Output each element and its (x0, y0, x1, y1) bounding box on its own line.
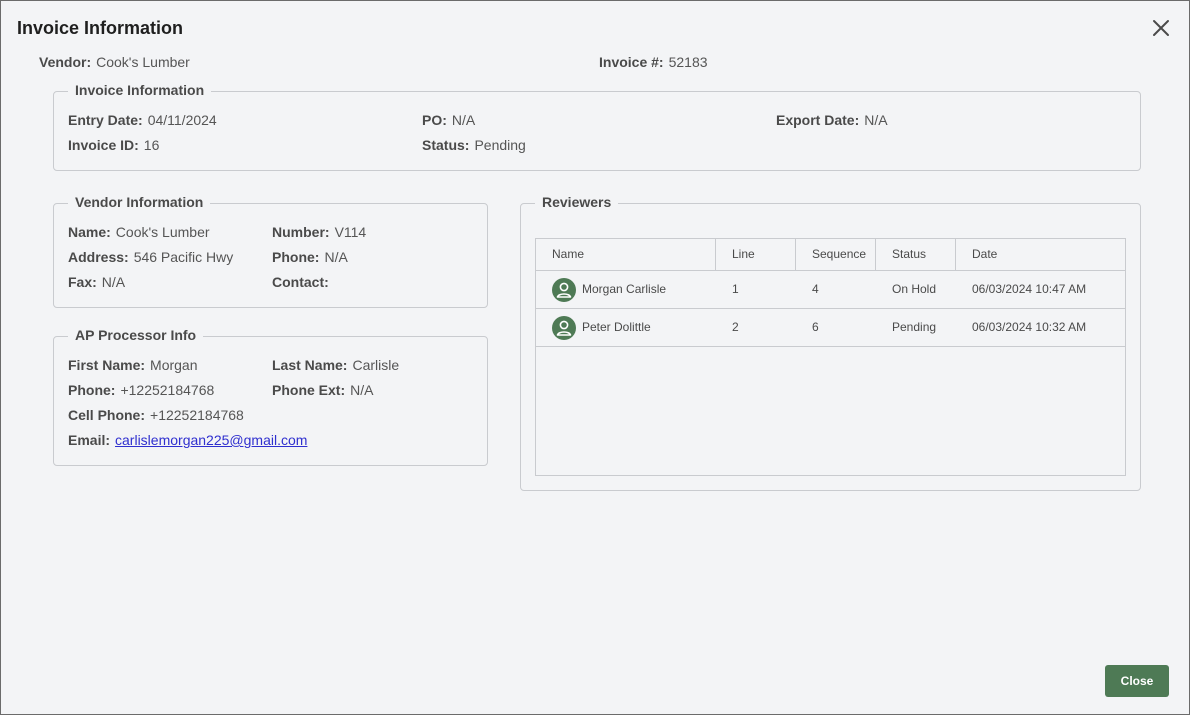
vendor-fax: Fax: N/A (68, 274, 125, 290)
column-header-date[interactable]: Date (956, 239, 1125, 271)
vendor-name-label: Name: (68, 224, 111, 240)
reviewer-name: Morgan Carlisle (582, 282, 667, 296)
ap-first-name: First Name: Morgan (68, 357, 198, 373)
vendor-address-value: 546 Pacific Hwy (133, 249, 234, 265)
close-button[interactable]: Close (1105, 665, 1169, 697)
invoice-info-legend: Invoice Information (68, 82, 212, 98)
table-row[interactable]: Peter Dolittle 2 6 Pending 06/03/2024 10… (536, 309, 1125, 347)
ap-phone-label: Phone: (68, 382, 116, 398)
vendor-name-value: Cook's Lumber (115, 224, 210, 240)
vendor-fax-label: Fax: (68, 274, 97, 290)
user-icon (552, 278, 576, 302)
cell-sequence: 4 (812, 282, 819, 296)
vendor-phone-label: Phone: (272, 249, 320, 265)
vendor-address-label: Address: (68, 249, 129, 265)
cell-status: On Hold (892, 282, 937, 296)
column-header-sequence[interactable]: Sequence (796, 239, 876, 271)
dialog-title: Invoice Information (17, 18, 184, 38)
summary-invoice-number: Invoice #: 52183 (599, 54, 708, 70)
ap-first-name-value: Morgan (150, 357, 198, 373)
ap-processor-legend: AP Processor Info (68, 327, 204, 343)
ap-email: Email: carlislemorgan225@gmail.com (68, 432, 307, 448)
ap-cell-phone-value: +12252184768 (150, 407, 244, 423)
entry-date: Entry Date: 04/11/2024 (68, 112, 217, 128)
ap-first-name-label: First Name: (68, 357, 146, 373)
cell-status: Pending (892, 320, 937, 334)
ap-email-link[interactable]: carlislemorgan225@gmail.com (115, 432, 307, 448)
cell-name: Morgan Carlisle (536, 271, 716, 308)
reviewer-name: Peter Dolittle (582, 320, 651, 334)
reviewers-grid: Name Line Sequence Status Date Morgan Ca… (535, 238, 1126, 476)
column-header-name[interactable]: Name (536, 239, 716, 271)
export-date: Export Date: N/A (776, 112, 888, 128)
invoice-dialog: Invoice Information Vendor: Cook's Lumber… (0, 0, 1190, 715)
vendor-number-label: Number: (272, 224, 330, 240)
ap-phone-ext-value: N/A (350, 382, 374, 398)
summary-vendor: Vendor: Cook's Lumber (39, 54, 190, 70)
ap-phone-ext: Phone Ext: N/A (272, 382, 373, 398)
invoice-status-label: Status: (422, 137, 470, 153)
po: PO: N/A (422, 112, 475, 128)
vendor-phone: Phone: N/A (272, 249, 348, 265)
invoice-id-label: Invoice ID: (68, 137, 139, 153)
invoice-status-value: Pending (474, 137, 526, 153)
vendor-fax-value: N/A (101, 274, 126, 290)
cell-date: 06/03/2024 10:47 AM (972, 282, 1087, 296)
reviewers-legend: Reviewers (535, 194, 619, 210)
ap-last-name: Last Name: Carlisle (272, 357, 399, 373)
po-value: N/A (451, 112, 476, 128)
ap-cell-phone: Cell Phone: +12252184768 (68, 407, 244, 423)
vendor-phone-value: N/A (324, 249, 348, 265)
export-date-value: N/A (864, 112, 888, 128)
vendor-address: Address: 546 Pacific Hwy (68, 249, 233, 265)
invoice-id-value: 16 (143, 137, 160, 153)
cell-name: Peter Dolittle (536, 309, 716, 346)
cell-line: 2 (732, 320, 739, 334)
entry-date-label: Entry Date: (68, 112, 143, 128)
cell-date: 06/03/2024 10:32 AM (972, 320, 1087, 334)
ap-last-name-label: Last Name: (272, 357, 348, 373)
vendor-contact-label: Contact: (272, 274, 329, 290)
ap-cell-phone-label: Cell Phone: (68, 407, 146, 423)
summary-vendor-label: Vendor: (39, 54, 92, 70)
column-header-status[interactable]: Status (876, 239, 956, 271)
close-icon[interactable] (1151, 18, 1171, 38)
ap-phone-ext-label: Phone Ext: (272, 382, 346, 398)
export-date-label: Export Date: (776, 112, 860, 128)
cell-sequence: 6 (812, 320, 819, 334)
summary-invoice-label: Invoice #: (599, 54, 664, 70)
vendor-name: Name: Cook's Lumber (68, 224, 210, 240)
ap-phone-value: +12252184768 (120, 382, 215, 398)
invoice-id: Invoice ID: 16 (68, 137, 159, 153)
po-label: PO: (422, 112, 447, 128)
summary-vendor-value: Cook's Lumber (96, 54, 190, 70)
entry-date-value: 04/11/2024 (147, 112, 217, 128)
invoice-info-panel: Invoice Information (53, 82, 1141, 171)
cell-line: 1 (732, 282, 739, 296)
column-header-line[interactable]: Line (716, 239, 796, 271)
user-icon (552, 316, 576, 340)
ap-last-name-value: Carlisle (352, 357, 400, 373)
vendor-contact: Contact: (272, 274, 334, 290)
grid-header: Name Line Sequence Status Date (536, 239, 1125, 271)
vendor-info-legend: Vendor Information (68, 194, 211, 210)
vendor-number: Number: V114 (272, 224, 366, 240)
invoice-status: Status: Pending (422, 137, 526, 153)
vendor-number-value: V114 (334, 224, 367, 240)
ap-email-label: Email: (68, 432, 111, 448)
ap-phone: Phone: +12252184768 (68, 382, 214, 398)
summary-invoice-value: 52183 (668, 54, 708, 70)
table-row[interactable]: Morgan Carlisle 1 4 On Hold 06/03/2024 1… (536, 271, 1125, 309)
